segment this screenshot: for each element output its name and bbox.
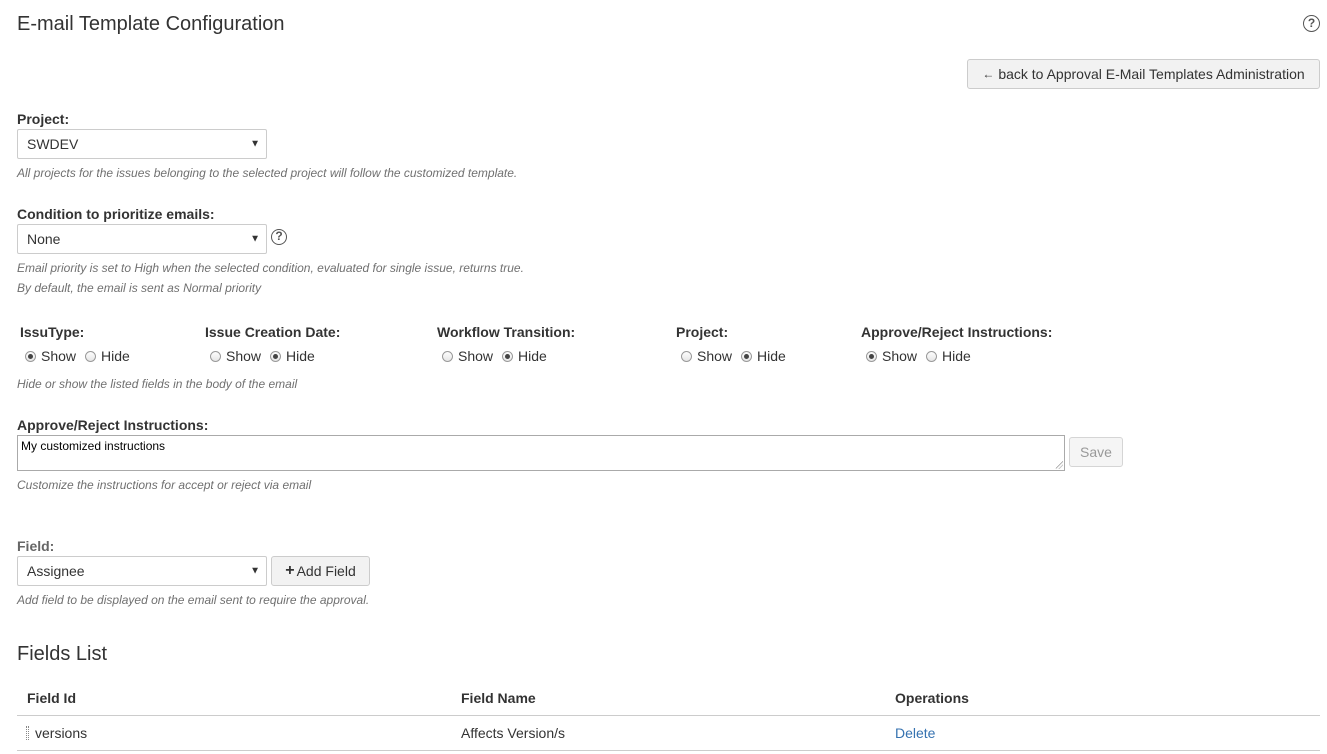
caret-down-icon: ▼ — [250, 233, 260, 245]
column-header-field-name[interactable]: Field Name — [461, 690, 536, 706]
back-button-label: back to Approval E-Mail Templates Admini… — [998, 66, 1305, 82]
show-label: Show — [226, 348, 262, 364]
condition-description-line2: By default, the email is sent as Normal … — [17, 281, 262, 295]
project-visibility-radio-group: Show Hide — [681, 348, 795, 364]
field-label: Field: — [17, 538, 55, 554]
hide-label: Hide — [286, 348, 315, 364]
field-select[interactable]: Assignee ▼ — [17, 556, 267, 586]
field-description: Add field to be displayed on the email s… — [17, 593, 370, 607]
project-select[interactable]: SWDEV ▼ — [17, 129, 267, 159]
workflow-transition-radio-group: Show Hide — [442, 348, 556, 364]
condition-description-line1: Email priority is set to High when the s… — [17, 261, 524, 275]
project-description: All projects for the issues belonging to… — [17, 166, 518, 180]
show-label: Show — [41, 348, 77, 364]
approve-reject-show-option[interactable]: Show — [866, 348, 917, 364]
hide-label: Hide — [518, 348, 547, 364]
show-label: Show — [458, 348, 494, 364]
plus-icon: + — [285, 562, 295, 579]
table-row-divider — [17, 750, 1320, 751]
workflow-transition-hide-option[interactable]: Hide — [502, 348, 547, 364]
show-label: Show — [697, 348, 733, 364]
issuetype-radio-group: Show Hide — [25, 348, 139, 364]
issuetype-hide-option[interactable]: Hide — [85, 348, 130, 364]
hide-label: Hide — [757, 348, 786, 364]
page-title: E-mail Template Configuration — [17, 13, 285, 35]
resize-grip-icon[interactable] — [1055, 461, 1063, 469]
radio-unchecked-icon[interactable] — [210, 350, 221, 362]
condition-help-icon[interactable]: ? — [271, 229, 287, 245]
instructions-text: My customized instructions — [21, 439, 166, 453]
approve-reject-hide-option[interactable]: Hide — [926, 348, 971, 364]
issuetype-label: IssuType: — [20, 324, 85, 340]
approve-reject-visibility-radio-group: Show Hide — [866, 348, 980, 364]
instructions-label: Approve/Reject Instructions: — [17, 417, 209, 433]
condition-select[interactable]: None ▼ — [17, 224, 267, 254]
condition-label: Condition to prioritize emails: — [17, 206, 215, 222]
project-select-value: SWDEV — [27, 136, 79, 152]
condition-select-value: None — [27, 231, 61, 247]
back-to-administration-button[interactable]: ← back to Approval E-Mail Templates Admi… — [967, 59, 1320, 89]
field-name-cell: Affects Version/s — [461, 725, 566, 741]
project-visibility-hide-option[interactable]: Hide — [741, 348, 786, 364]
issue-creation-date-hide-option[interactable]: Hide — [270, 348, 315, 364]
delete-link[interactable]: Delete — [895, 725, 935, 741]
radio-checked-icon[interactable] — [866, 350, 877, 362]
issue-creation-date-show-option[interactable]: Show — [210, 348, 261, 364]
radio-checked-icon[interactable] — [502, 350, 514, 362]
radio-checked-icon[interactable] — [270, 350, 282, 362]
radio-checked-icon[interactable] — [25, 350, 36, 362]
radio-unchecked-icon[interactable] — [926, 350, 938, 362]
issue-creation-date-label: Issue Creation Date: — [205, 324, 341, 340]
instructions-textarea[interactable]: My customized instructions — [17, 435, 1065, 471]
table-row: versions Affects Version/s Delete — [17, 716, 1320, 750]
issuetype-show-option[interactable]: Show — [25, 348, 76, 364]
drag-handle-icon[interactable] — [26, 726, 29, 740]
project-visibility-label: Project: — [676, 324, 729, 340]
column-header-operations: Operations — [895, 690, 969, 706]
help-icon[interactable]: ? — [1303, 15, 1320, 32]
approve-reject-visibility-label: Approve/Reject Instructions: — [861, 324, 1053, 340]
visibility-description: Hide or show the listed fields in the bo… — [17, 377, 298, 391]
add-field-label: Add Field — [296, 563, 356, 579]
project-label: Project: — [17, 111, 70, 127]
hide-label: Hide — [942, 348, 971, 364]
workflow-transition-label: Workflow Transition: — [437, 324, 576, 340]
fields-list-title: Fields List — [17, 643, 108, 665]
add-field-button[interactable]: + Add Field — [271, 556, 370, 586]
issue-creation-date-radio-group: Show Hide — [210, 348, 324, 364]
workflow-transition-show-option[interactable]: Show — [442, 348, 493, 364]
arrow-left-icon: ← — [982, 67, 995, 81]
radio-unchecked-icon[interactable] — [442, 350, 453, 362]
caret-down-icon: ▼ — [250, 565, 260, 577]
field-select-value: Assignee — [27, 563, 85, 579]
column-header-field-id[interactable]: Field Id — [27, 690, 76, 706]
radio-unchecked-icon[interactable] — [681, 350, 692, 362]
instructions-description: Customize the instructions for accept or… — [17, 478, 312, 492]
radio-unchecked-icon[interactable] — [85, 350, 97, 362]
caret-down-icon: ▼ — [250, 138, 260, 150]
hide-label: Hide — [101, 348, 130, 364]
save-button[interactable]: Save — [1069, 437, 1123, 467]
radio-checked-icon[interactable] — [741, 350, 753, 362]
field-id-cell: versions — [35, 725, 88, 741]
project-visibility-show-option[interactable]: Show — [681, 348, 732, 364]
show-label: Show — [882, 348, 918, 364]
